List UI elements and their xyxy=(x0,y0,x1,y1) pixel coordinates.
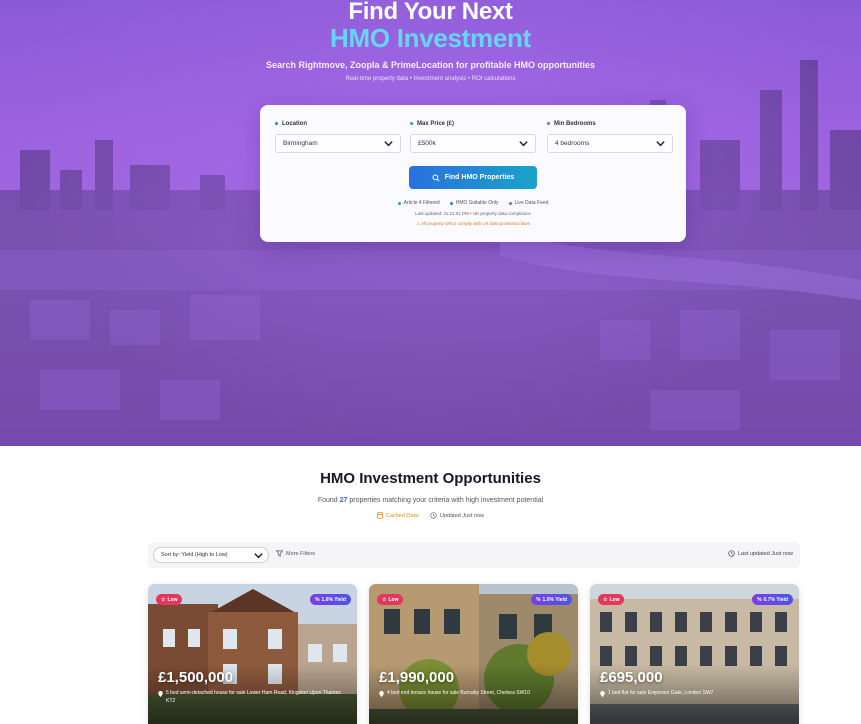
clock-icon xyxy=(430,512,437,519)
filter-icon xyxy=(276,550,283,557)
chevron-down-icon xyxy=(384,141,393,147)
max-price-field: Max Price (£) £500k xyxy=(410,119,536,153)
results-toolbar: Sort by: Yield (High to Low) More Filter… xyxy=(148,542,800,568)
risk-badge: ☆ Low xyxy=(156,594,183,605)
tag-live-data: Live Data Feed xyxy=(508,200,548,206)
filter-tags: Article 4 Filtered HMO Suitable Only Liv… xyxy=(260,200,686,206)
property-price: £1,500,000 xyxy=(158,669,234,686)
yield-badge: % 0.7% Yield xyxy=(752,594,793,605)
property-price: £695,000 xyxy=(600,669,663,686)
star-icon: ☆ xyxy=(603,596,608,603)
max-price-label: Max Price (£) xyxy=(417,120,455,127)
search-icon xyxy=(432,173,440,182)
property-card[interactable]: ☆ Low % 1.0% Yield £1,990,000 4 bed end te… xyxy=(369,584,578,724)
hero-subtitle: Search Rightmove, Zoopla & PrimeLocation… xyxy=(265,60,596,70)
hero-title-line2: HMO Investment xyxy=(330,23,531,53)
hero-section: Find Your Next HMO Investment Search Rig… xyxy=(0,0,861,446)
chevron-down-icon xyxy=(254,552,263,558)
min-bedrooms-value: 4 bedrooms xyxy=(555,140,590,147)
star-icon: ☆ xyxy=(161,596,166,603)
map-pin-icon xyxy=(379,691,384,697)
warning-icon: ⚠ xyxy=(416,221,421,226)
last-updated-text: Last updated: 11:21:01 PM • UK property … xyxy=(415,211,531,216)
tag-article-4: Article 4 Filtered xyxy=(397,200,440,206)
chevron-down-icon xyxy=(656,141,665,147)
find-hmo-properties-button[interactable]: Find HMO Properties xyxy=(409,166,537,189)
price-dot-icon xyxy=(410,122,413,125)
hero-tagline: Real-time property data • Investment ana… xyxy=(345,76,516,82)
yield-badge: % 1.0% Yield xyxy=(531,594,572,605)
find-button-label: Find HMO Properties xyxy=(444,174,515,181)
sort-select[interactable]: Sort by: Yield (High to Low) xyxy=(153,547,269,563)
risk-badge: ☆ Low xyxy=(377,594,404,605)
cached-data-badge: Cached Data xyxy=(377,512,418,519)
updated-status: Updated Just now xyxy=(430,512,484,519)
map-pin-icon xyxy=(600,691,605,697)
purple-dot-icon xyxy=(508,201,512,205)
sort-value: Sort by: Yield (High to Low) xyxy=(161,552,228,558)
min-bedrooms-select[interactable]: 4 bedrooms xyxy=(547,134,673,153)
max-price-select[interactable]: £500k xyxy=(410,134,536,153)
property-price: £1,990,000 xyxy=(379,669,455,686)
min-bedrooms-label: Min Bedrooms xyxy=(554,120,596,127)
results-title: HMO Investment Opportunities xyxy=(320,470,541,487)
location-dot-icon xyxy=(275,122,278,125)
clock-icon xyxy=(728,550,735,557)
location-field: Location Birmingham xyxy=(275,119,401,153)
yield-badge: % 1.6% Yield xyxy=(310,594,351,605)
chevron-down-icon xyxy=(519,141,528,147)
database-icon xyxy=(377,512,383,519)
bedrooms-dot-icon xyxy=(547,122,550,125)
blue-dot-icon xyxy=(449,201,453,205)
compliance-note: ⚠ All property URLs comply with UK data … xyxy=(416,221,530,226)
property-address: 1 bed flat for sale Emperors Gate, Londo… xyxy=(600,690,792,698)
search-card: Location Birmingham Max Price (£) £500k … xyxy=(260,105,686,242)
percent-icon: % xyxy=(315,596,320,603)
location-select[interactable]: Birmingham xyxy=(275,134,401,153)
property-card[interactable]: ☆ Low % 0.7% Yield £695,000 1 bed flat for… xyxy=(590,584,799,724)
green-dot-icon xyxy=(397,201,401,205)
results-meta: Cached Data Updated Just now xyxy=(0,512,861,519)
risk-badge: ☆ Low xyxy=(598,594,625,605)
property-card[interactable]: ☆ Low % 1.6% Yield £1,500,000 5 bed semi-d… xyxy=(148,584,357,724)
property-address: 4 bed end terrace house for sale Burnaby… xyxy=(379,690,571,698)
toolbar-last-updated: Last updated Just now xyxy=(728,550,793,557)
min-bedrooms-field: Min Bedrooms 4 bedrooms xyxy=(547,119,673,153)
results-count: 27 xyxy=(339,497,348,504)
results-summary: Found 27 properties matching your criter… xyxy=(317,497,544,504)
location-value: Birmingham xyxy=(283,140,318,147)
more-filters-button[interactable]: More Filters xyxy=(276,550,315,557)
tag-hmo-suitable: HMO Suitable Only xyxy=(449,200,499,206)
max-price-value: £500k xyxy=(418,140,436,147)
star-icon: ☆ xyxy=(382,596,387,603)
location-label: Location xyxy=(282,120,307,127)
map-pin-icon xyxy=(158,691,163,697)
percent-icon: % xyxy=(536,596,541,603)
property-address: 5 bed semi-detached house for sale Lower… xyxy=(158,690,350,705)
percent-icon: % xyxy=(757,596,762,603)
